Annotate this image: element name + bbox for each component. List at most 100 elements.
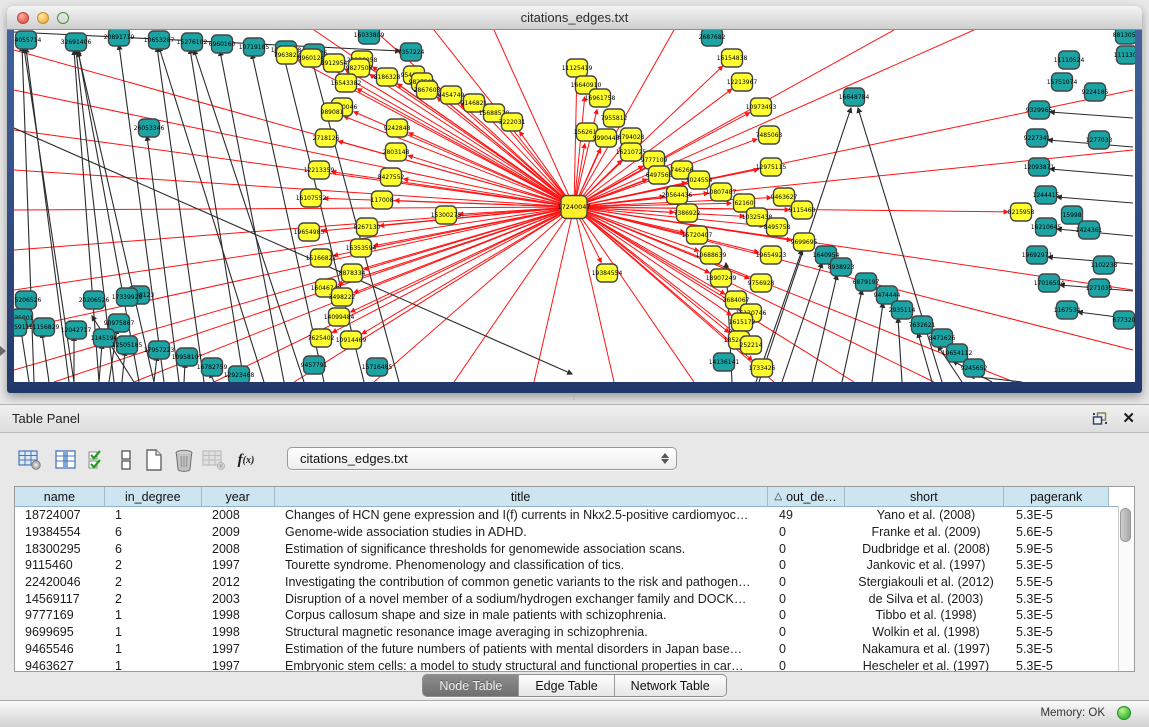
graph-node[interactable]: 15998: [1062, 206, 1083, 224]
graph-node[interactable]: 9329965: [1026, 101, 1053, 119]
graph-node[interactable]: 8427552: [378, 168, 405, 186]
graph-node[interactable]: 9245652: [961, 359, 988, 377]
column-header-in_degree[interactable]: in_degree: [105, 487, 202, 506]
graph-node[interactable]: 8938923: [828, 258, 855, 276]
column-header-pagerank[interactable]: pagerank: [1004, 487, 1109, 506]
graph-node[interactable]: 16648784: [839, 88, 870, 106]
graph-node[interactable]: 9242848: [384, 119, 411, 137]
graph-node[interactable]: 1111306: [1114, 46, 1135, 64]
graph-node[interactable]: 19654923: [756, 246, 787, 264]
graph-node[interactable]: 1424361: [1076, 221, 1103, 239]
table-row[interactable]: 1938455462009Genome-wide association stu…: [15, 524, 1134, 541]
table-row[interactable]: 911546021997Tourette syndrome. Phenomeno…: [15, 557, 1134, 574]
column-header-out_de…[interactable]: △out_de…: [768, 487, 845, 506]
node-table[interactable]: namein_degreeyeartitle△out_de…shortpager…: [14, 486, 1135, 672]
graph-node[interactable]: 12042717: [61, 321, 92, 339]
table-row[interactable]: 2242004622012Investigating the contribut…: [15, 574, 1134, 591]
graph-node[interactable]: 989081: [321, 103, 344, 121]
graph-node[interactable]: 11110524: [1054, 51, 1085, 69]
graph-node[interactable]: 16961758: [585, 89, 616, 107]
graph-node[interactable]: 8912954: [321, 54, 348, 72]
graph-node[interactable]: 7963822: [274, 46, 301, 64]
graph-node[interactable]: 8495758: [764, 218, 791, 236]
new-column-button[interactable]: [140, 446, 168, 474]
graph-node[interactable]: 10719185: [239, 38, 270, 56]
column-header-short[interactable]: short: [845, 487, 1005, 506]
graph-node[interactable]: 117008: [371, 191, 394, 209]
tab-node-table[interactable]: Node Table: [423, 675, 519, 696]
table-row[interactable]: 1872400712008Changes of HCN gene express…: [15, 507, 1134, 524]
graph-node[interactable]: 16210645: [1031, 218, 1062, 236]
table-row[interactable]: 946554611997Estimation of the future num…: [15, 641, 1134, 658]
graph-node[interactable]: 26053346: [134, 119, 165, 137]
graph-node[interactable]: 9699695: [791, 233, 818, 251]
graph-node[interactable]: 15276102: [177, 33, 208, 51]
table-scrollbar[interactable]: [1118, 506, 1134, 671]
graph-node[interactable]: 19654985: [294, 223, 325, 241]
graph-node[interactable]: 15716485: [362, 358, 393, 376]
graph-node[interactable]: 8186328: [374, 68, 401, 86]
graph-node[interactable]: 17016504: [1034, 274, 1065, 292]
table-mode-button[interactable]: [16, 446, 44, 474]
graph-node[interactable]: 7485063: [756, 126, 783, 144]
graph-node[interactable]: 7625402: [308, 329, 335, 347]
graph-node[interactable]: 1271035: [1086, 279, 1113, 297]
graph-node[interactable]: 12505185: [112, 336, 143, 354]
graph-node[interactable]: 9457791: [301, 356, 328, 374]
graph-node[interactable]: 11125419: [562, 59, 593, 77]
graph-node[interactable]: 6879197: [853, 273, 880, 291]
graph-node[interactable]: 12093871: [1024, 158, 1055, 176]
graph-node[interactable]: 19692971: [1022, 246, 1053, 264]
table-selector-dropdown[interactable]: citations_edges.txt: [287, 447, 677, 470]
table-row[interactable]: 1830029562008Estimation of significance …: [15, 540, 1134, 557]
hub-node[interactable]: 17240047: [557, 196, 590, 219]
graph-node[interactable]: 12975115: [756, 158, 787, 176]
network-graph[interactable]: 1405571432691406208917191065328715276102…: [14, 30, 1135, 382]
network-canvas[interactable]: 1405571432691406208917191065328715276102…: [14, 30, 1135, 382]
column-header-name[interactable]: name: [15, 487, 105, 506]
graph-node[interactable]: 1244415: [1033, 186, 1060, 204]
graph-node[interactable]: 1733426: [749, 359, 776, 377]
delete-column-button[interactable]: [170, 446, 198, 474]
delete-table-button[interactable]: [200, 446, 228, 474]
graph-node[interactable]: 252214: [740, 336, 763, 354]
graph-node[interactable]: 15300275: [431, 206, 462, 224]
graph-node[interactable]: 16154838: [717, 49, 748, 67]
graph-node[interactable]: 10807487: [706, 183, 737, 201]
graph-node[interactable]: 10973493: [746, 98, 777, 116]
tab-edge-table[interactable]: Edge Table: [519, 675, 614, 696]
graph-node[interactable]: 2718126: [313, 129, 340, 147]
graph-node[interactable]: 9224185: [1082, 83, 1109, 101]
table-row[interactable]: 1456911722003Disruption of a novel membe…: [15, 590, 1134, 607]
graph-node[interactable]: 2935114: [889, 301, 916, 319]
graph-node[interactable]: 9990448: [593, 129, 620, 147]
table-row[interactable]: 946362711997Embryonic stem cells: a mode…: [15, 657, 1134, 672]
window-titlebar[interactable]: citations_edges.txt: [7, 6, 1142, 30]
graph-node[interactable]: 8813054: [1113, 30, 1135, 44]
graph-node[interactable]: 8215958: [1008, 203, 1035, 221]
graph-node[interactable]: 1024554: [686, 171, 713, 189]
close-panel-icon[interactable]: ✕: [1122, 411, 1135, 426]
graph-node[interactable]: 2867608: [414, 81, 441, 99]
graph-node[interactable]: 6960160: [209, 35, 236, 53]
graph-node[interactable]: 14055714: [14, 31, 41, 49]
column-header-title[interactable]: title: [275, 487, 768, 506]
graph-node[interactable]: 12213967: [727, 73, 758, 91]
graph-node[interactable]: 17957223: [144, 341, 175, 359]
splitter-handle[interactable]: ⁞: [570, 396, 578, 402]
graph-node[interactable]: 12923468: [224, 366, 255, 382]
row-height-button[interactable]: [112, 446, 140, 474]
tab-network-table[interactable]: Network Table: [615, 675, 726, 696]
float-panel-icon[interactable]: [1092, 412, 1108, 426]
show-columns-button[interactable]: [52, 446, 80, 474]
graph-node[interactable]: 6497568: [646, 166, 673, 184]
graph-node[interactable]: 9227341: [1024, 129, 1051, 147]
graph-node[interactable]: 7955812: [601, 109, 628, 127]
table-row[interactable]: 977716911998Corpus callosum shape and si…: [15, 607, 1134, 624]
column-header-year[interactable]: year: [202, 487, 275, 506]
graph-node[interactable]: 9115460: [789, 201, 816, 219]
graph-node[interactable]: 8267130: [354, 218, 381, 236]
graph-node[interactable]: 3498222: [329, 288, 356, 306]
graph-node[interactable]: 10914469: [336, 331, 367, 349]
graph-node[interactable]: 7357224: [398, 43, 425, 61]
